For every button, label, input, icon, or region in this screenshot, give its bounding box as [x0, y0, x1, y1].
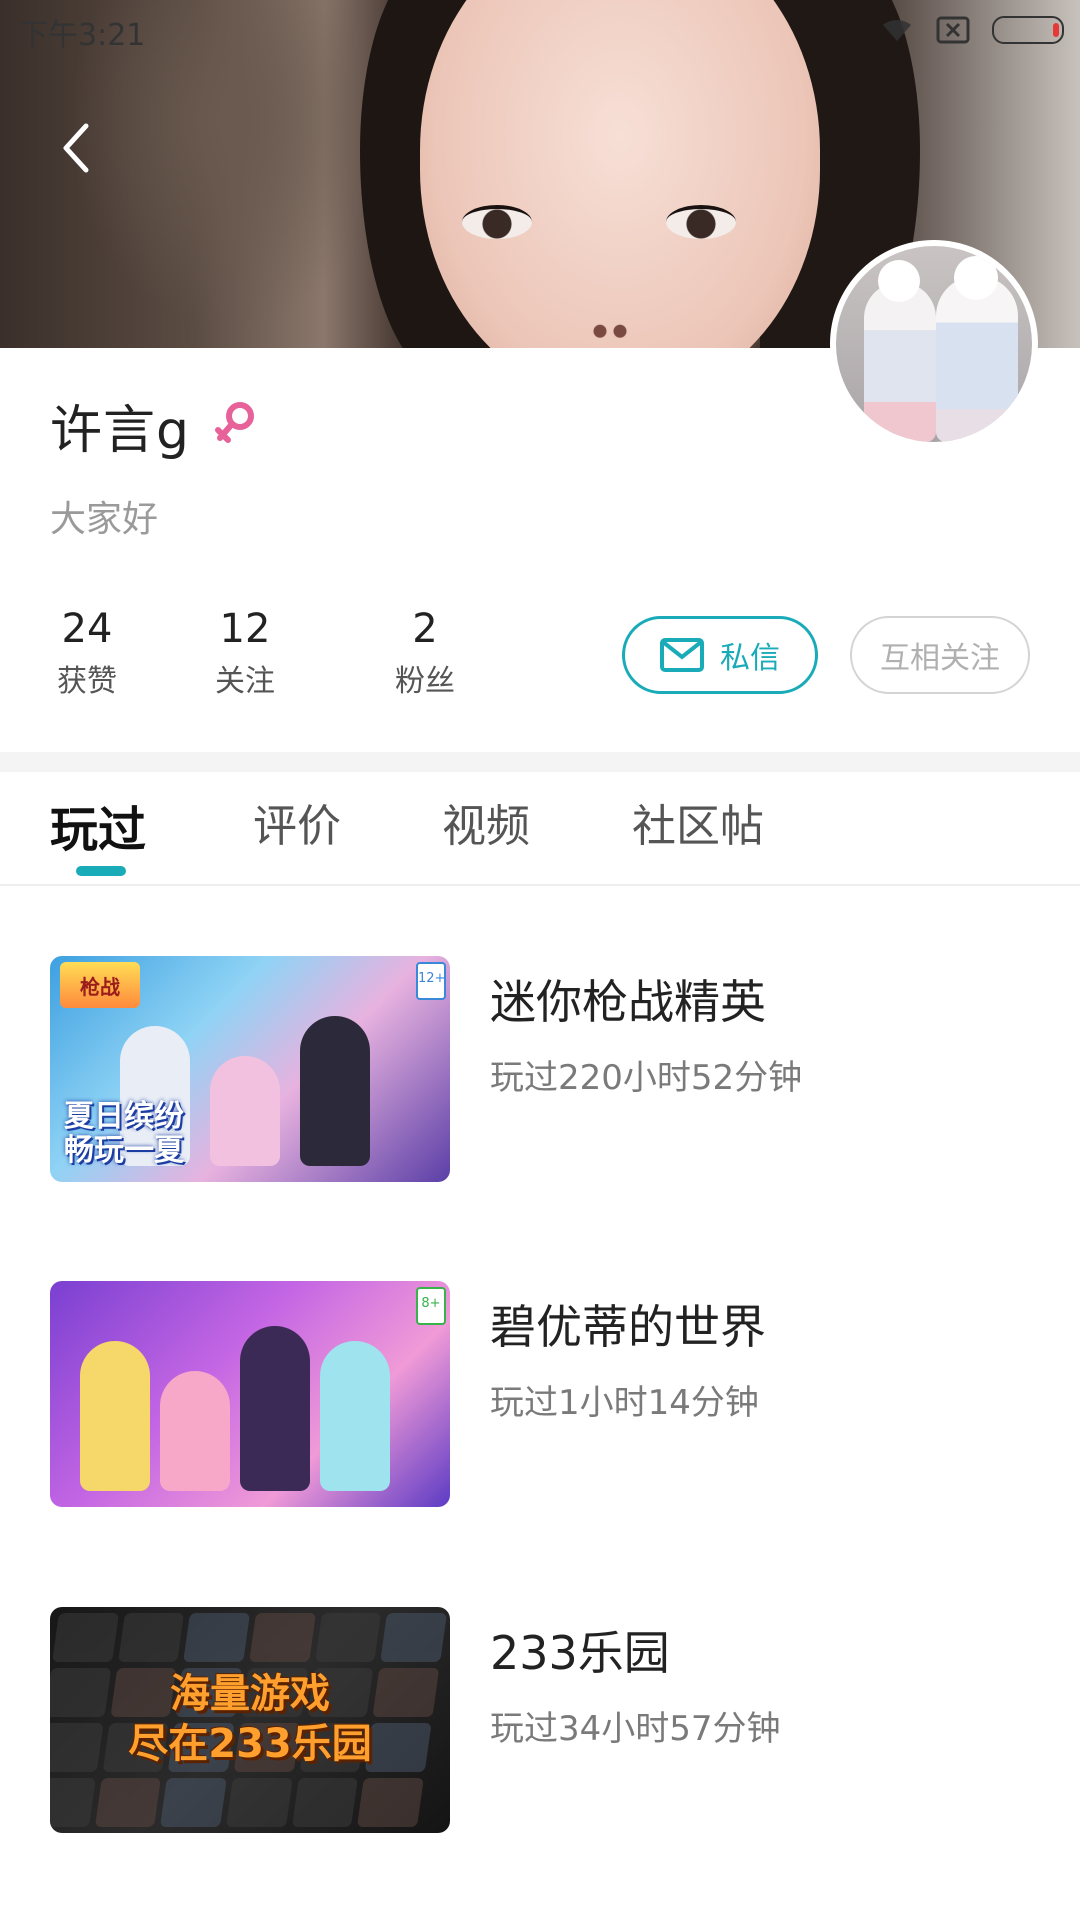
- stat-value: 24: [61, 606, 113, 652]
- thumbnail-text-line-1: 海量游戏: [170, 1671, 330, 1717]
- stat-fans[interactable]: 2 粉丝: [365, 604, 485, 704]
- mutual-follow-button[interactable]: 互相关注: [850, 616, 1030, 694]
- tab-played[interactable]: 玩过: [50, 790, 146, 860]
- no-sim-icon: [936, 16, 970, 44]
- list-item[interactable]: 枪战 12+ 夏日缤纷 畅玩一夏 迷你枪战精英 玩过220小时52分钟: [50, 956, 1030, 1182]
- tab-reviews[interactable]: 评价: [253, 790, 341, 854]
- tab-videos[interactable]: 视频: [442, 790, 530, 854]
- game-playtime: 玩过34小时57分钟: [490, 1709, 781, 1749]
- mutual-follow-label: 互相关注: [880, 641, 1000, 676]
- mail-icon: [660, 638, 704, 672]
- game-playtime: 玩过220小时52分钟: [490, 1058, 803, 1098]
- stat-following[interactable]: 12 关注: [185, 604, 305, 704]
- game-title: 迷你枪战精英: [490, 975, 766, 1029]
- game-thumbnail[interactable]: 海量游戏 尽在233乐园: [50, 1607, 450, 1833]
- age-rating-badge: 12+: [416, 962, 446, 1000]
- battery-icon: [992, 16, 1064, 44]
- stat-value: 2: [412, 606, 438, 652]
- thumbnail-caption: 夏日缤纷 畅玩一夏: [64, 1099, 184, 1168]
- private-message-button[interactable]: 私信: [622, 616, 818, 694]
- thumbnail-text-line-2: 尽在233乐园: [128, 1721, 372, 1767]
- avatar[interactable]: [830, 240, 1038, 448]
- stat-label: 粉丝: [395, 664, 455, 699]
- game-thumbnail[interactable]: 枪战 12+ 夏日缤纷 畅玩一夏: [50, 956, 450, 1182]
- age-rating-badge: 8+: [416, 1287, 446, 1325]
- game-title: 233乐园: [490, 1626, 670, 1680]
- list-item[interactable]: 8+ 碧优蒂的世界 玩过1小时14分钟: [50, 1281, 1030, 1507]
- stat-value: 12: [219, 606, 271, 652]
- list-item[interactable]: 海量游戏 尽在233乐园 233乐园 玩过34小时57分钟: [50, 1607, 1030, 1833]
- tab-community-posts[interactable]: 社区帖: [632, 790, 764, 854]
- status-time: 下午3:21: [18, 18, 146, 53]
- wifi-icon: [880, 17, 914, 43]
- chevron-left-icon: [63, 123, 89, 173]
- private-message-label: 私信: [720, 641, 780, 676]
- tabs-divider: [0, 884, 1080, 886]
- back-button[interactable]: [46, 118, 106, 178]
- game-title: 碧优蒂的世界: [490, 1300, 766, 1354]
- tab-indicator: [76, 866, 126, 876]
- game-thumbnail[interactable]: 8+: [50, 1281, 450, 1507]
- section-divider: [0, 752, 1080, 772]
- username: 许言g: [50, 401, 191, 461]
- profile-bio: 大家好: [50, 499, 159, 540]
- stat-label: 关注: [215, 664, 275, 699]
- female-gender-icon: [214, 400, 258, 456]
- stat-likes[interactable]: 24 获赞: [27, 604, 147, 704]
- game-playtime: 玩过1小时14分钟: [490, 1383, 759, 1423]
- status-bar: 下午3:21: [0, 0, 1080, 60]
- stat-label: 获赞: [57, 664, 117, 699]
